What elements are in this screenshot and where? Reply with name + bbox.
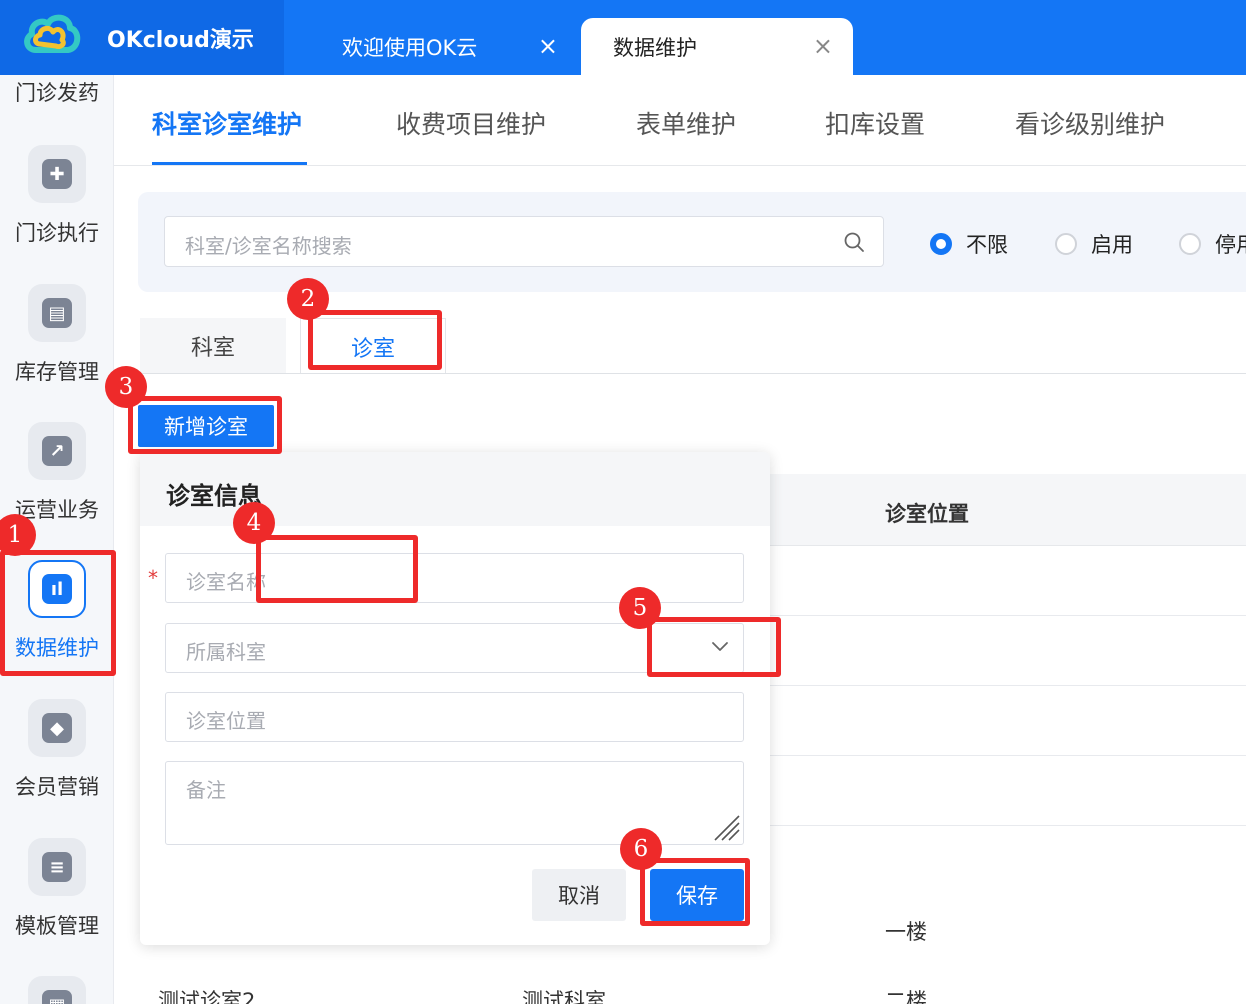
bar-chart-icon: ıl [28, 560, 86, 618]
sidebar-item-label: 门诊执行 [15, 221, 99, 245]
table-row[interactable]: 测试诊室2 测试科室 二楼 [140, 963, 1246, 1004]
close-icon[interactable]: × [538, 34, 558, 58]
trend-chart-icon: ↗ [28, 422, 86, 480]
logo-area: OKcloud演示 [0, 0, 284, 75]
chevron-down-icon[interactable] [711, 641, 729, 653]
annotation-badge-3: 3 [105, 366, 147, 408]
sidebar-item-templates[interactable]: ≡ 模板管理 [0, 838, 113, 948]
room-location-field[interactable]: 诊室位置 [165, 692, 744, 742]
radio-all[interactable]: 不限 [930, 229, 1008, 259]
annotation-badge-5: 5 [619, 587, 661, 629]
department-select[interactable]: 所属科室 [165, 623, 744, 673]
sub-navigation: 科室诊室维护 收费项目维护 表单维护 扣库设置 看诊级别维护 [114, 75, 1246, 166]
field-placeholder: 诊室名称 [186, 570, 266, 594]
radio-unchecked-icon [1179, 233, 1201, 255]
sidebar-item-execution[interactable]: ✚ 门诊执行 [0, 145, 113, 255]
sidebar-item-inventory[interactable]: ▤ 库存管理 [0, 284, 113, 394]
sidebar-item-member-marketing[interactable]: ◆ 会员营销 [0, 699, 113, 809]
annotation-badge-4: 4 [233, 502, 275, 544]
sidebar-item-label: 模板管理 [15, 914, 99, 938]
tab-clinic-room[interactable]: 诊室 [300, 318, 446, 374]
search-placeholder: 科室/诊室名称搜索 [185, 234, 352, 258]
cancel-button[interactable]: 取消 [532, 869, 626, 921]
tab-label: 欢迎使用OK云 [342, 35, 478, 60]
radio-enabled[interactable]: 启用 [1055, 229, 1133, 259]
required-mark: * [148, 566, 158, 590]
tab-data-maintenance[interactable]: 数据维护 × [581, 18, 853, 75]
add-clinic-room-button[interactable]: 新增诊室 [138, 405, 274, 447]
sidebar-item-label: 数据维护 [15, 636, 99, 660]
calendar-icon: ▦ [28, 976, 86, 1004]
cell-department: 测试科室 [522, 989, 606, 1004]
radio-checked-icon [930, 233, 952, 255]
search-input[interactable]: 科室/诊室名称搜索 [164, 216, 884, 267]
radio-unchecked-icon [1055, 233, 1077, 255]
column-header-location: 诊室位置 [885, 502, 969, 526]
close-icon[interactable]: × [813, 34, 833, 58]
cell-location: 二楼 [885, 989, 927, 1004]
sidebar-item-label: 会员营销 [15, 775, 99, 799]
radio-label: 启用 [1091, 233, 1133, 257]
execution-icon: ✚ [28, 145, 86, 203]
save-button[interactable]: 保存 [650, 869, 744, 921]
subnav-stock-deduction[interactable]: 扣库设置 [825, 105, 925, 141]
template-icon: ≡ [28, 838, 86, 896]
active-tab-underline [152, 162, 307, 165]
sidebar-item-label: 库存管理 [15, 360, 99, 384]
search-icon[interactable] [843, 231, 865, 253]
radio-disabled[interactable]: 停用 [1179, 229, 1246, 259]
field-placeholder: 所属科室 [186, 640, 266, 664]
radio-label: 不限 [966, 233, 1008, 257]
subnav-visit-level[interactable]: 看诊级别维护 [1015, 105, 1165, 141]
cloud-logo-icon [24, 14, 81, 53]
filter-panel: 科室/诊室名称搜索 不限 启用 停用 [138, 192, 1246, 292]
inventory-box-icon: ▤ [28, 284, 86, 342]
diamond-icon: ◆ [28, 699, 86, 757]
sidebar-item-data-maintenance[interactable]: ıl 数据维护 [0, 560, 113, 670]
app-title: OKcloud演示 [107, 28, 254, 53]
tab-label: 数据维护 [613, 35, 697, 60]
radio-label: 停用 [1215, 233, 1246, 257]
resize-handle-icon[interactable] [711, 812, 741, 842]
annotation-badge-6: 6 [620, 828, 662, 870]
field-placeholder: 备注 [186, 778, 226, 802]
subnav-charge-items[interactable]: 收费项目维护 [396, 105, 546, 141]
field-placeholder: 诊室位置 [186, 709, 266, 733]
sidebar-item-dispensing[interactable]: 门诊发药 [0, 75, 113, 115]
annotation-badge-2: 2 [287, 278, 329, 320]
subnav-forms[interactable]: 表单维护 [636, 105, 736, 141]
cell-location: 一楼 [885, 920, 927, 944]
remark-textarea[interactable]: 备注 [165, 761, 744, 845]
tab-department[interactable]: 科室 [140, 318, 286, 374]
tab-welcome[interactable]: 欢迎使用OK云 × [312, 18, 580, 75]
tabs-divider [140, 373, 1246, 374]
sidebar-item-calendar[interactable]: ▦ [0, 976, 113, 1004]
sidebar-item-label: 门诊发药 [15, 81, 99, 105]
cell-room-name: 测试诊室2 [158, 989, 256, 1004]
subnav-dept-room[interactable]: 科室诊室维护 [152, 105, 302, 141]
